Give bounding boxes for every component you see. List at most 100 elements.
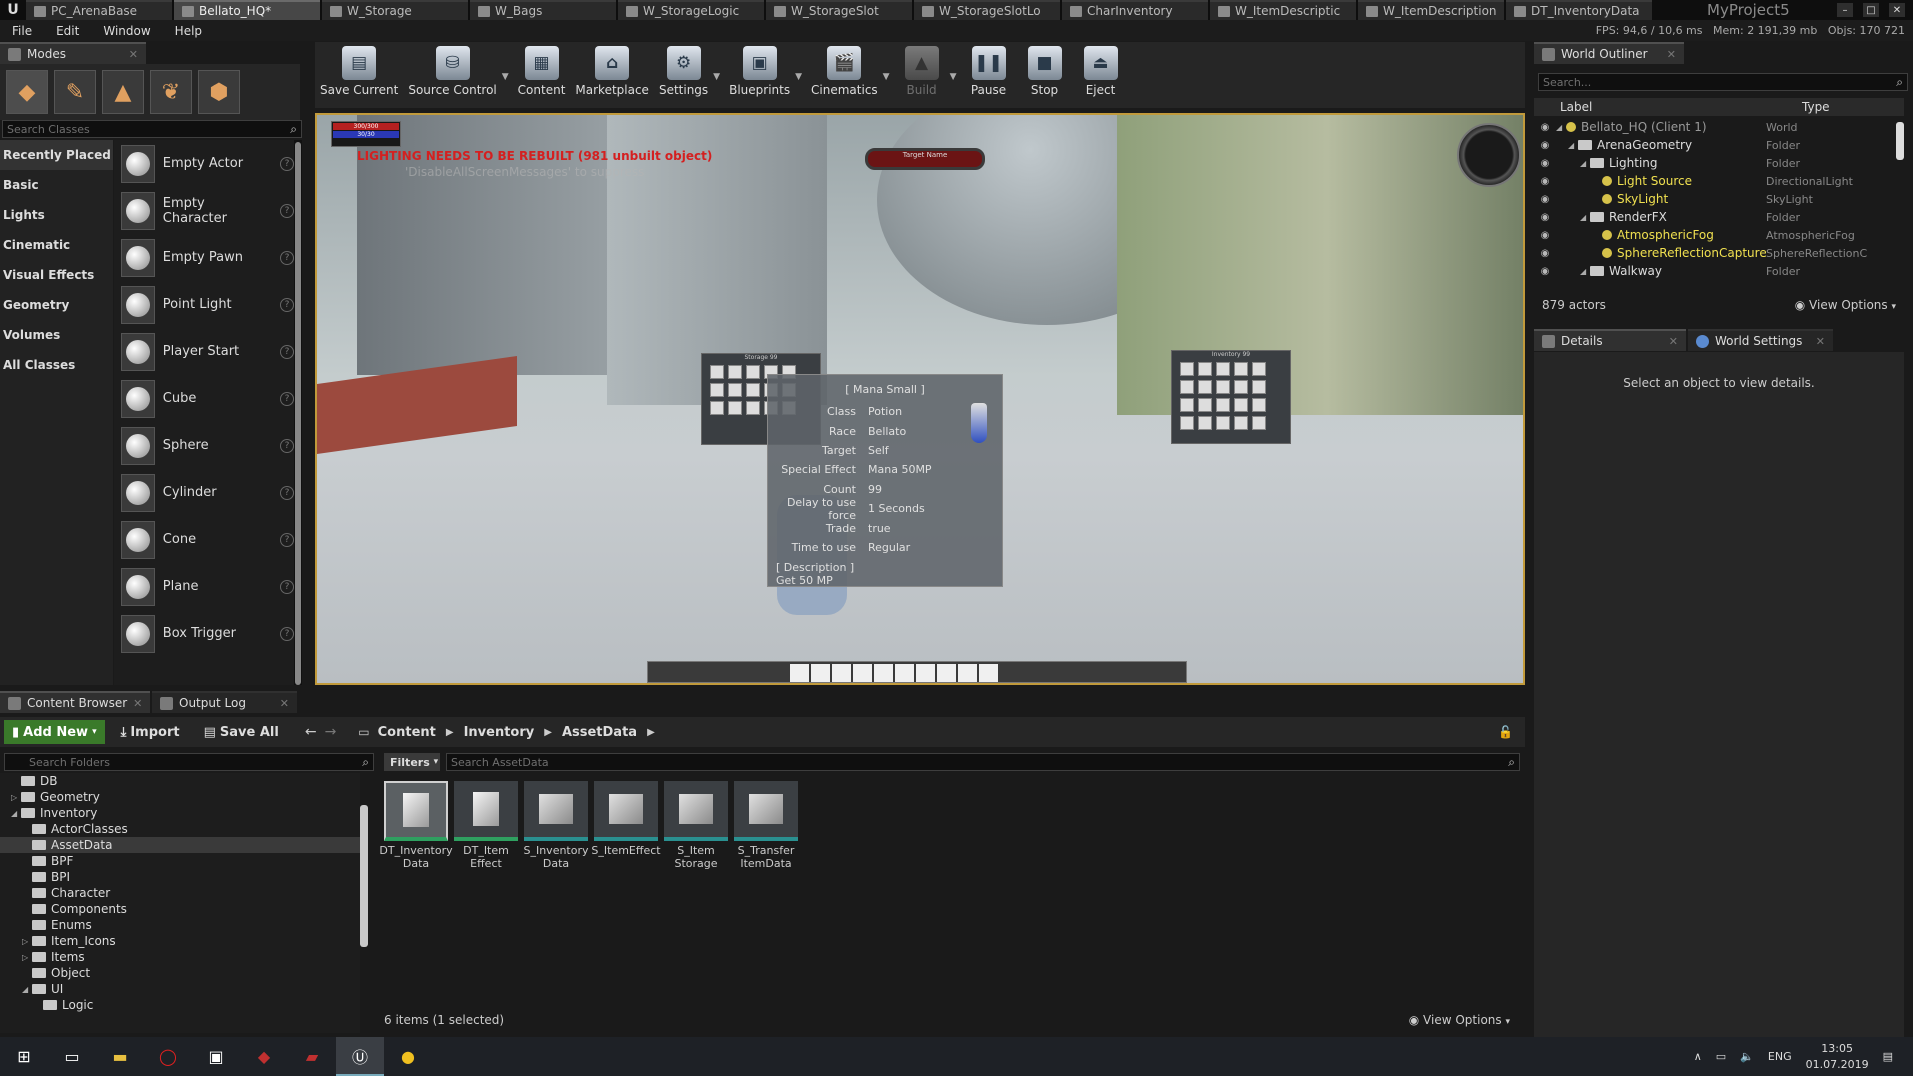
expand-arrow-icon[interactable]: ◢ (1556, 123, 1566, 132)
chevron-down-icon[interactable]: ▼ (883, 72, 890, 82)
help-icon[interactable]: ? (280, 391, 294, 406)
folder-tree-item[interactable]: ◢ UI (0, 981, 360, 997)
inventory-slot[interactable] (1234, 380, 1248, 394)
help-icon[interactable]: ? (280, 485, 294, 500)
eye-icon[interactable]: ◉ (1534, 140, 1556, 151)
outliner-row[interactable]: ◉ ◢ ArenaGeometry Folder (1534, 136, 1896, 154)
place-item[interactable]: Empty Character? (114, 187, 294, 234)
import-button[interactable]: ⤓ Import (113, 720, 188, 744)
asset-tile[interactable]: S_Inventory Data (523, 781, 589, 1011)
class-search-input[interactable]: Search Classes ⌕ (2, 120, 302, 138)
close-icon[interactable]: ✕ (1667, 48, 1676, 61)
help-icon[interactable]: ? (280, 579, 294, 594)
document-tab[interactable]: W_StorageSlotLo (914, 0, 1060, 20)
eye-icon[interactable]: ◉ (1534, 230, 1556, 241)
place-mode-icon[interactable]: ◆ (6, 70, 48, 114)
close-icon[interactable]: ✕ (1669, 335, 1678, 348)
toolbar-button[interactable]: ⌂ Marketplace (570, 46, 654, 97)
document-tab[interactable]: W_ItemDescriptic (1210, 0, 1356, 20)
inventory-slot[interactable] (1252, 398, 1266, 412)
folder-tree-item[interactable]: DB (0, 773, 360, 789)
folder-tree-item[interactable]: Character (0, 885, 360, 901)
document-tab[interactable]: Bellato_HQ* (174, 0, 320, 20)
category-item[interactable]: Lights (0, 200, 113, 230)
expand-arrow-icon[interactable]: ◢ (1580, 159, 1590, 168)
document-tab[interactable]: CharInventory (1062, 0, 1208, 20)
help-icon[interactable]: ? (280, 297, 294, 312)
eye-icon[interactable]: ◉ (1534, 194, 1556, 205)
tab-modes[interactable]: Modes ✕ (0, 42, 146, 64)
expand-arrow-icon[interactable]: ◢ (1568, 141, 1578, 150)
task-view-icon[interactable]: ▭ (48, 1037, 96, 1076)
crumb-arrow-icon[interactable]: ▶ (446, 727, 454, 738)
geometry-mode-icon[interactable]: ⬢ (198, 70, 240, 114)
document-tab[interactable]: W_Bags (470, 0, 616, 20)
language-indicator[interactable]: ENG (1768, 1050, 1792, 1063)
chrome-icon[interactable]: ● (384, 1037, 432, 1076)
forward-arrow-icon[interactable]: → (325, 724, 337, 740)
inventory-slot[interactable] (1216, 380, 1230, 394)
help-icon[interactable]: ? (280, 250, 294, 265)
game-client-icon[interactable]: ▰ (288, 1037, 336, 1076)
menu-edit[interactable]: Edit (44, 24, 91, 38)
storage-slot[interactable] (710, 383, 724, 397)
storage-slot[interactable] (728, 401, 742, 415)
category-item[interactable]: Volumes (0, 320, 113, 350)
app-icon[interactable]: ▣ (192, 1037, 240, 1076)
category-item[interactable]: Basic (0, 170, 113, 200)
action-slot[interactable] (874, 664, 893, 682)
back-arrow-icon[interactable]: ← (305, 724, 317, 740)
document-tab[interactable]: PC_ArenaBase (26, 0, 172, 20)
inventory-slot[interactable] (1252, 416, 1266, 430)
lock-icon[interactable]: 🔓 (1498, 725, 1513, 739)
inventory-slot[interactable] (1180, 398, 1194, 412)
inventory-slot[interactable] (1234, 398, 1248, 412)
network-icon[interactable]: ▭ (1716, 1050, 1726, 1063)
filters-button[interactable]: Filters ▾ (384, 753, 440, 771)
opera-icon[interactable]: ◯ (144, 1037, 192, 1076)
storage-slot[interactable] (728, 383, 742, 397)
eye-icon[interactable]: ◉ (1534, 176, 1556, 187)
foliage-mode-icon[interactable]: ❦ (150, 70, 192, 114)
asset-tile[interactable]: DT_Inventory Data (379, 781, 453, 1011)
storage-slot[interactable] (728, 365, 742, 379)
crumb-arrow-icon[interactable]: ▶ (544, 727, 552, 738)
outliner-row[interactable]: ◉ ◢ Bellato_HQ (Client 1) World (1534, 118, 1896, 136)
eye-icon[interactable]: ◉ (1534, 122, 1556, 133)
outliner-row[interactable]: ◉ Light Source DirectionalLight (1534, 172, 1896, 190)
menu-help[interactable]: Help (163, 24, 214, 38)
add-new-button[interactable]: ▮ Add New ▾ (4, 720, 105, 744)
inventory-slot[interactable] (1198, 398, 1212, 412)
document-tab[interactable]: W_ItemDescription (1358, 0, 1504, 20)
toolbar-button[interactable]: ▲ Build (894, 46, 950, 97)
close-icon[interactable]: ✕ (280, 697, 289, 710)
toolbar-button[interactable]: ■ Stop (1017, 46, 1073, 97)
folder-tree-item[interactable]: ▷ Item_Icons (0, 933, 360, 949)
inventory-slot[interactable] (1216, 398, 1230, 412)
place-list-scroll-thumb[interactable] (295, 142, 301, 685)
folder-tree-item[interactable]: Object (0, 965, 360, 981)
outliner-row[interactable]: ◉ SphereReflectionCapture SphereReflection… (1534, 244, 1896, 262)
windows-start-icon[interactable]: ⊞ (0, 1037, 48, 1076)
landscape-mode-icon[interactable]: ▲ (102, 70, 144, 114)
inventory-slot[interactable] (1198, 416, 1212, 430)
asset-tile[interactable]: DT_Item Effect (454, 781, 518, 1011)
asset-search-input[interactable]: Search AssetData ⌕ (446, 753, 1520, 771)
action-slot[interactable] (853, 664, 872, 682)
folder-tree-item[interactable]: Enums (0, 917, 360, 933)
document-tab[interactable]: W_StorageSlot (766, 0, 912, 20)
action-slot[interactable] (895, 664, 914, 682)
game-launcher-icon[interactable]: ◆ (240, 1037, 288, 1076)
storage-slot[interactable] (746, 365, 760, 379)
eye-icon[interactable]: ◉ (1534, 248, 1556, 259)
chevron-up-icon[interactable]: ∧ (1694, 1050, 1702, 1063)
inventory-slot[interactable] (1216, 416, 1230, 430)
toolbar-button[interactable]: ▦ Content (513, 46, 571, 97)
outliner-view-options-button[interactable]: ◉ View Options ▾ (1795, 298, 1896, 312)
place-item[interactable]: Empty Actor? (114, 140, 294, 187)
inventory-slot[interactable] (1252, 380, 1266, 394)
minimize-icon[interactable]: – (1837, 3, 1853, 17)
tab-output-log[interactable]: Output Log ✕ (152, 691, 297, 713)
folder-tree-item[interactable]: AssetData (0, 837, 360, 853)
outliner-scrollbar[interactable] (1896, 122, 1904, 160)
